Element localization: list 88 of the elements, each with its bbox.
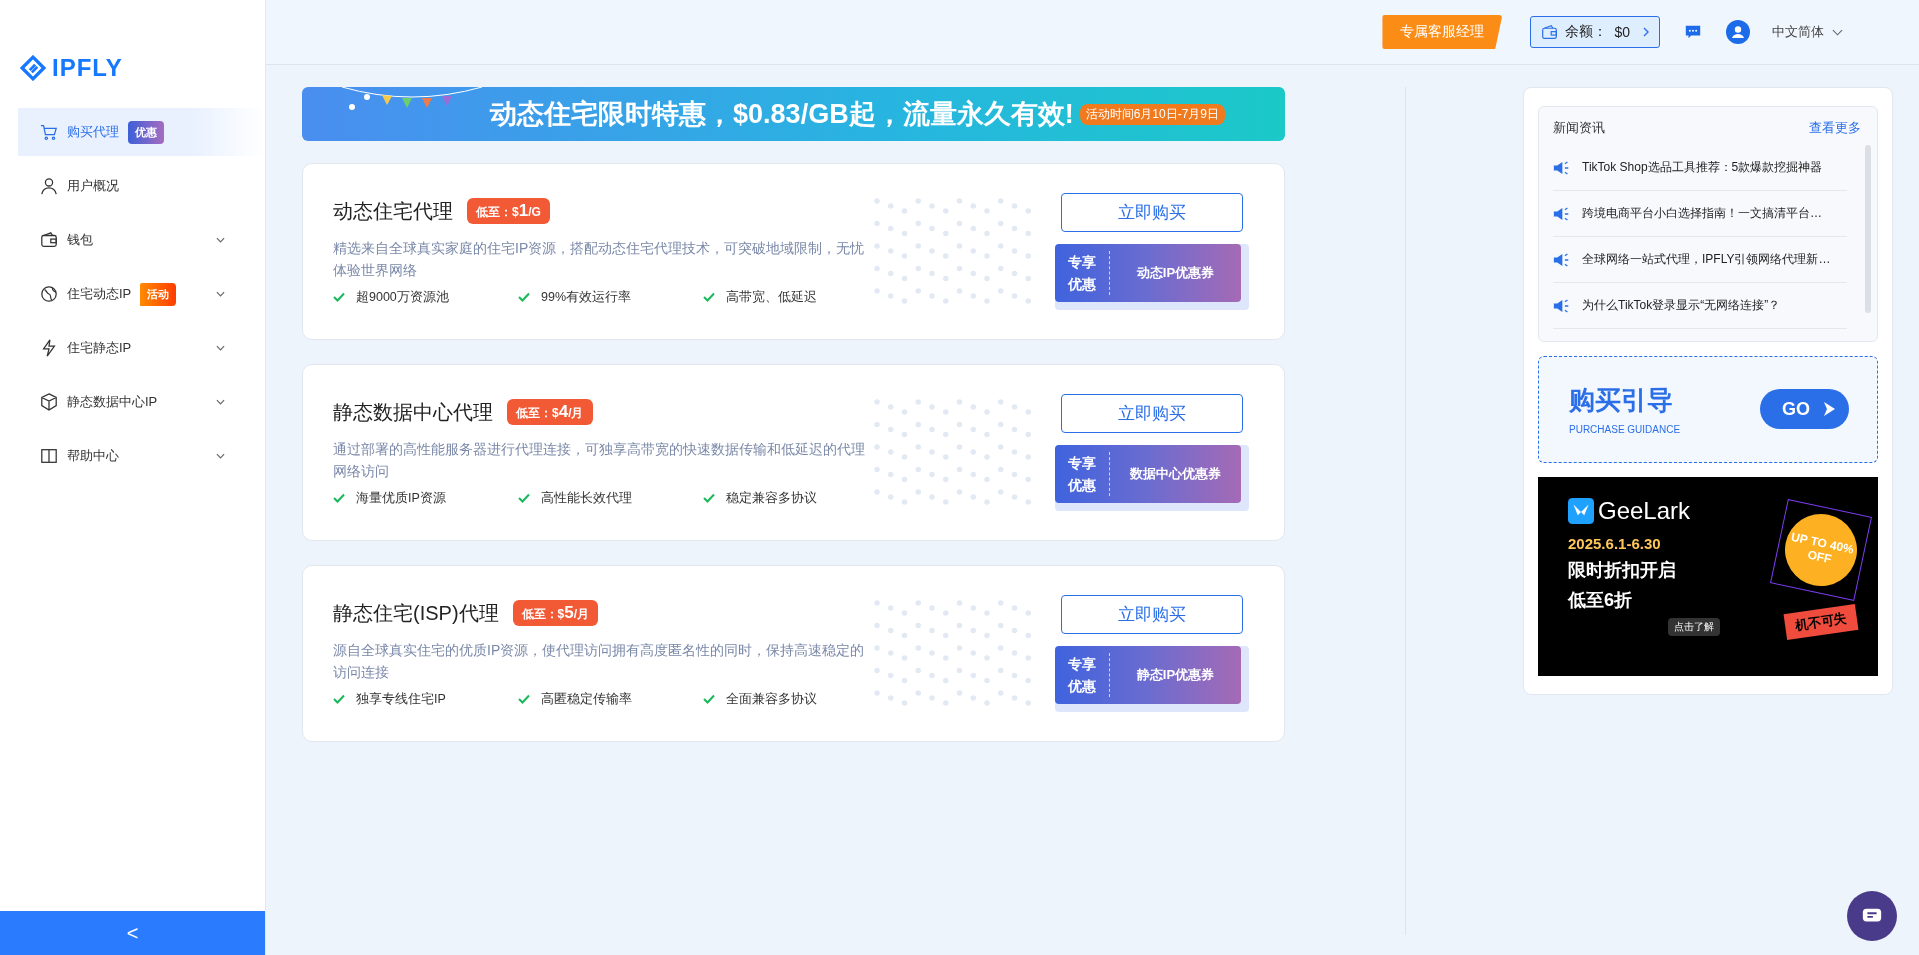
chat-button[interactable] — [1847, 891, 1897, 941]
megaphone-icon — [1553, 160, 1570, 175]
ad-dates: 2025.6.1-6.30 — [1568, 534, 1661, 552]
buy-now-button[interactable]: 立即购买 — [1061, 193, 1243, 232]
news-item[interactable]: 全球网络一站式代理，IPFLY引领网络代理新… — [1553, 237, 1847, 283]
arrow-right-icon — [1824, 402, 1835, 417]
chevron-down-icon — [216, 237, 225, 243]
megaphone-icon — [1553, 252, 1570, 267]
sidebar-item[interactable]: 帮助中心 — [18, 432, 265, 480]
check-icon — [518, 694, 530, 704]
sidebar-item[interactable]: 住宅动态IP 活动 — [18, 270, 265, 318]
feature-text: 高带宽、低延迟 — [726, 288, 817, 306]
chevron-right-icon — [1643, 27, 1649, 37]
check-icon — [518, 493, 530, 503]
check-icon — [703, 493, 715, 503]
megaphone-icon — [1553, 206, 1570, 221]
check-icon — [703, 694, 715, 704]
guide-title: 购买引导 — [1569, 384, 1674, 418]
purchase-guide-card[interactable]: 购买引导 PURCHASE GUIDANCE GO — [1538, 356, 1878, 463]
check-icon — [333, 694, 345, 704]
ad-headline: 低至6折 — [1568, 588, 1632, 612]
wallet-icon — [1541, 23, 1559, 41]
news-item[interactable]: 跨境电商平台小白选择指南！一文搞清平台… — [1553, 191, 1847, 237]
sidebar-item[interactable]: 用户概况 — [18, 162, 265, 210]
check-icon — [518, 292, 530, 302]
logo-text: IPFLY — [52, 54, 123, 82]
avatar-icon[interactable] — [1726, 20, 1750, 44]
price-badge: 低至：$4/月 — [507, 399, 593, 425]
cube-icon — [40, 393, 58, 411]
ad-brand-name: GeeLark — [1598, 496, 1691, 525]
ad-banner[interactable]: GeeLark 2025.6.1-6.30 限时折扣开启 低至6折 点击了解 UP TO 40% OFF 机不可失 — [1538, 476, 1878, 676]
lightning-icon — [40, 339, 58, 357]
wallet-icon — [40, 231, 58, 249]
chevron-down-icon — [216, 345, 225, 351]
go-button[interactable]: GO — [1760, 389, 1849, 430]
feature-text: 高匿稳定传输率 — [541, 690, 632, 708]
check-icon — [333, 292, 345, 302]
coupon-button[interactable]: 专享优惠 静态IP优惠券 — [1055, 646, 1241, 704]
sidebar-item[interactable]: 住宅静态IP — [18, 324, 265, 372]
buy-now-button[interactable]: 立即购买 — [1061, 394, 1243, 433]
banner-period: 活动时间6月10日-7月9日 — [1079, 103, 1225, 125]
badge: 活动 — [140, 282, 177, 306]
chevron-down-icon — [1832, 28, 1843, 36]
coupon-button[interactable]: 专享优惠 动态IP优惠券 — [1055, 244, 1241, 302]
sidebar-item[interactable]: 静态数据中心IP — [18, 378, 265, 426]
feature-text: 全面兼容多协议 — [726, 690, 817, 708]
feature-text: 独享专线住宅IP — [356, 690, 446, 708]
guide-subtitle: PURCHASE GUIDANCE — [1569, 424, 1681, 436]
megaphone-icon — [1553, 298, 1570, 313]
product-description: 源自全球真实住宅的优质IP资源，使代理访问拥有高度匿名性的同时，保持高速稳定的访问连接 — [333, 640, 866, 682]
product-title: 动态住宅代理 — [333, 198, 453, 224]
sidebar-item[interactable]: 钱包 — [18, 216, 265, 264]
user-icon — [40, 177, 58, 195]
ad-headline: 限时折扣开启 — [1568, 558, 1676, 582]
feature-text: 99%有效运行率 — [541, 288, 632, 306]
chevron-down-icon — [216, 453, 225, 459]
collapse-button[interactable]: < — [0, 911, 265, 955]
news-title: 新闻资讯 — [1553, 119, 1605, 137]
globe-icon — [40, 285, 58, 303]
product-description: 精选来自全球真实家庭的住宅IP资源，搭配动态住宅代理技术，可突破地域限制，无忧体验世界网络 — [333, 238, 866, 280]
balance-button[interactable]: 余额： $0 — [1530, 16, 1660, 48]
cart-icon — [40, 123, 58, 141]
product-title: 静态住宅(ISP)代理 — [333, 600, 499, 626]
feature-text: 海量优质IP资源 — [356, 489, 446, 507]
feature-text: 高性能长效代理 — [541, 489, 632, 507]
bird-logo-icon — [1568, 497, 1594, 524]
badge: 优惠 — [128, 120, 164, 144]
buy-now-button[interactable]: 立即购买 — [1061, 595, 1243, 634]
product-description: 通过部署的高性能服务器进行代理连接，可独享高带宽的快速数据传输和低延迟的代理网络访问 — [333, 439, 866, 481]
ad-tag: 机不可失 — [1783, 604, 1859, 640]
language-select[interactable]: 中文简体 — [1766, 22, 1849, 42]
ad-cta-button[interactable]: 点击了解 — [1668, 617, 1720, 636]
coupon-button[interactable]: 专享优惠 数据中心优惠券 — [1055, 445, 1241, 503]
chevron-down-icon — [216, 399, 225, 405]
chevron-down-icon — [216, 291, 225, 297]
product-title: 静态数据中心代理 — [333, 399, 493, 425]
view-more-link[interactable]: 查看更多 — [1809, 119, 1861, 137]
book-icon — [40, 447, 58, 465]
check-icon — [333, 493, 345, 503]
news-item[interactable]: TikTok Shop选品工具推荐：5款爆款挖掘神器 — [1553, 145, 1847, 191]
news-item[interactable]: 为什么TikTok登录显示“无网络连接”？ — [1553, 283, 1847, 329]
banner-headline: 动态住宅限时特惠，$0.83/GB起，流量永久有效! — [490, 98, 1074, 131]
feature-text: 超9000万资源池 — [356, 288, 449, 306]
price-badge: 低至：$5/月 — [512, 600, 599, 626]
feature-text: 稳定兼容多协议 — [726, 489, 817, 507]
logo-icon — [20, 55, 46, 81]
check-icon — [703, 292, 715, 302]
price-badge: 低至：$1/G — [467, 198, 550, 224]
